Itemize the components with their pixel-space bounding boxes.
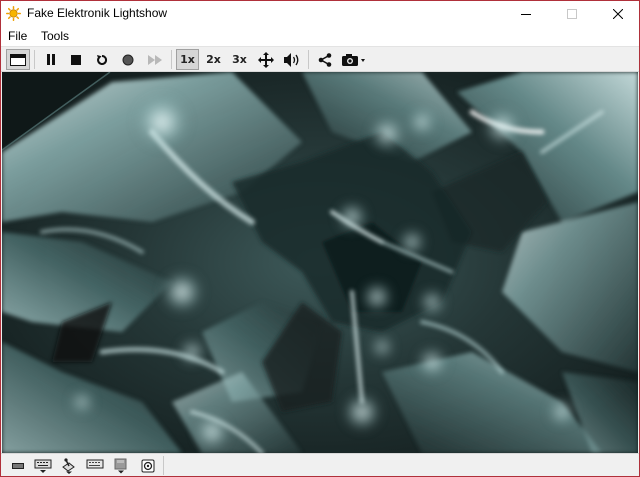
keyboard-icon: [34, 459, 52, 473]
toolbar: 1x 2x 3x: [1, 46, 639, 72]
share-icon: [318, 52, 331, 67]
camera-icon: [342, 53, 365, 66]
speaker-icon: [284, 52, 299, 67]
title-bar[interactable]: Fake Elektronik Lightshow: [1, 1, 639, 27]
disk-drive-icon: [114, 458, 127, 473]
window-icon: [10, 53, 26, 66]
settings-button[interactable]: [138, 456, 158, 475]
zoom-2x-label: 2x: [206, 53, 221, 66]
keyboard-button[interactable]: [33, 456, 55, 475]
minimize-button[interactable]: [503, 1, 549, 27]
fullscreen-window-button[interactable]: [6, 49, 30, 70]
speaker-box-icon: [141, 459, 155, 472]
sun-icon: [6, 6, 21, 21]
maximize-icon: [567, 9, 577, 19]
toolbar-separator: [308, 50, 309, 69]
close-icon: [613, 9, 623, 19]
zoom-3x-label: 3x: [232, 53, 247, 66]
pause-icon: [47, 54, 55, 65]
screenshot-button[interactable]: [339, 49, 369, 70]
cassette-button[interactable]: [9, 456, 27, 475]
fit-window-button[interactable]: [254, 49, 277, 70]
disk-button[interactable]: [111, 456, 133, 475]
app-window: Fake Elektronik Lightshow File Tools 1x …: [0, 0, 640, 477]
lightshow-visual: [2, 72, 638, 453]
record-icon: [122, 54, 134, 65]
keypad-button[interactable]: [85, 456, 107, 475]
statusbar-separator: [163, 456, 164, 475]
menu-file[interactable]: File: [8, 29, 27, 43]
cassette-icon: [12, 462, 24, 469]
close-button[interactable]: [595, 1, 640, 27]
pause-button[interactable]: [40, 49, 62, 70]
joystick-button[interactable]: [59, 456, 81, 475]
zoom-2x-button[interactable]: 2x: [202, 49, 225, 70]
zoom-3x-button[interactable]: 3x: [228, 49, 251, 70]
stop-icon: [71, 54, 81, 65]
joystick-icon: [62, 457, 75, 474]
menu-bar: File Tools: [1, 27, 639, 46]
zoom-1x-button[interactable]: 1x: [176, 49, 199, 70]
restart-button[interactable]: [91, 49, 113, 70]
window-title: Fake Elektronik Lightshow: [27, 6, 168, 20]
move-arrows-icon: [257, 51, 274, 68]
lightshow-viewport[interactable]: [2, 72, 638, 453]
toolbar-separator: [34, 50, 35, 69]
volume-button[interactable]: [280, 49, 304, 70]
menu-tools[interactable]: Tools: [41, 29, 69, 43]
zoom-1x-label: 1x: [180, 53, 195, 66]
stop-button[interactable]: [65, 49, 87, 70]
keypad-icon: [86, 459, 104, 468]
minimize-icon: [521, 14, 531, 15]
maximize-button[interactable]: [549, 1, 595, 27]
record-button[interactable]: [117, 49, 139, 70]
fast-forward-icon: [148, 54, 162, 65]
restart-icon: [97, 54, 108, 65]
toolbar-separator: [171, 50, 172, 69]
share-button[interactable]: [313, 49, 336, 70]
fast-forward-button[interactable]: [143, 49, 167, 70]
status-bar: [1, 453, 639, 476]
